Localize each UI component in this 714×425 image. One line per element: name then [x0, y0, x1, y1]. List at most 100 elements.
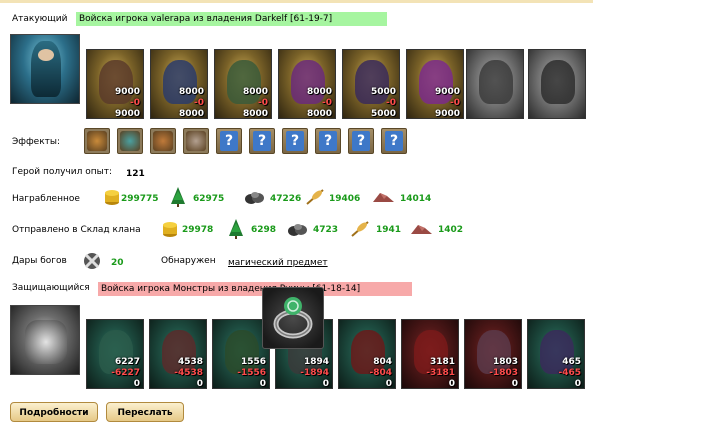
unit-figure — [291, 60, 325, 104]
gold-icon — [163, 222, 177, 237]
unit-loss-count: -0 — [130, 98, 140, 108]
effect-slot-6[interactable]: ? — [249, 128, 275, 154]
attacker-label: Атакующий — [12, 14, 68, 24]
attacker-unit-1[interactable]: 9000 -0 9000 — [86, 49, 144, 119]
wood-icon — [171, 187, 185, 207]
unit-loss-count: -1803 — [489, 368, 518, 378]
attacker-banner[interactable]: Войска игрока valerapa из владения Darke… — [76, 12, 387, 26]
unit-top-count: 3181 — [429, 357, 455, 367]
attacker-unit-5[interactable]: 5000 -0 5000 — [342, 49, 400, 119]
ore-icon — [245, 192, 264, 204]
unit-loss-count: -1556 — [237, 368, 266, 378]
unit-loss-count: -0 — [386, 98, 396, 108]
loot-label: Награбленное — [12, 194, 80, 204]
gift-icon — [84, 253, 100, 269]
unit-bottom-count: 8000 — [178, 109, 204, 119]
effect-slot-4[interactable] — [183, 128, 209, 154]
experience-value: 121 — [126, 169, 145, 179]
unit-top-count: 4538 — [177, 357, 203, 367]
unit-loss-count: -6227 — [111, 368, 140, 378]
clan-gold: 29978 — [182, 225, 214, 235]
loot-grain: 19406 — [329, 194, 361, 204]
gifts-value: 20 — [111, 258, 124, 268]
unit-top-count: 1894 — [303, 357, 329, 367]
attacker-unit-6[interactable]: 9000 -0 9000 — [406, 49, 464, 119]
defender-hero-avatar[interactable] — [10, 305, 80, 375]
clan-storage-label: Отправлено в Склад клана — [12, 225, 141, 235]
effect-slot-2[interactable] — [117, 128, 143, 154]
grain-icon — [306, 189, 324, 205]
magic-ring-item[interactable] — [262, 287, 324, 349]
unit-figure — [163, 60, 197, 104]
attacker-empty-slot-2 — [528, 49, 586, 119]
effect-slot-1[interactable] — [84, 128, 110, 154]
unit-bottom-count: 0 — [385, 379, 392, 389]
magic-item-link[interactable]: магический предмет — [228, 258, 328, 268]
ore-icon — [288, 224, 307, 236]
gold-icon — [105, 190, 119, 205]
unit-loss-count: -0 — [450, 98, 460, 108]
unit-top-count: 1803 — [492, 357, 518, 367]
forward-button[interactable]: Переслать — [106, 402, 184, 422]
defender-emblem — [25, 320, 67, 364]
attacker-unit-3[interactable]: 8000 -0 8000 — [214, 49, 272, 119]
unit-loss-count: -4538 — [174, 368, 203, 378]
unit-loss-count: -0 — [258, 98, 268, 108]
unit-top-count: 465 — [562, 357, 581, 367]
attacker-unit-2[interactable]: 8000 -0 8000 — [150, 49, 208, 119]
unit-bottom-count: 8000 — [306, 109, 332, 119]
clan-wood: 6298 — [251, 225, 277, 235]
effect-slot-7[interactable]: ? — [282, 128, 308, 154]
details-button[interactable]: Подробности — [10, 402, 98, 422]
loot-wood: 62975 — [193, 194, 225, 204]
loot-stone: 14014 — [400, 194, 432, 204]
experience-label: Герой получил опыт: — [12, 167, 112, 177]
defender-banner[interactable]: Войска игрока Монстры из владения Руины … — [98, 282, 412, 296]
defender-label: Защищающийся — [12, 283, 90, 293]
defender-unit-1[interactable]: 6227 -6227 0 — [86, 319, 144, 389]
unit-top-count: 9000 — [434, 87, 460, 97]
attacker-unit-4[interactable]: 8000 -0 8000 — [278, 49, 336, 119]
gifts-label: Дары богов — [12, 256, 67, 266]
question-icon: ? — [352, 131, 370, 151]
unit-bottom-count: 9000 — [434, 109, 460, 119]
question-icon: ? — [385, 131, 403, 151]
unit-top-count: 804 — [373, 357, 392, 367]
loot-ore: 47226 — [270, 194, 302, 204]
unit-top-count: 8000 — [178, 87, 204, 97]
attacker-hero-avatar[interactable] — [10, 34, 80, 104]
effect-slot-9[interactable]: ? — [348, 128, 374, 154]
stone-icon — [373, 193, 394, 202]
question-icon: ? — [220, 131, 238, 151]
clan-ore: 4723 — [313, 225, 339, 235]
unit-bottom-count: 9000 — [114, 109, 140, 119]
ring-icon — [273, 297, 313, 339]
unit-loss-count: -465 — [558, 368, 581, 378]
unit-loss-count: -0 — [322, 98, 332, 108]
unit-figure — [99, 60, 133, 104]
defender-unit-7[interactable]: 1803 -1803 0 — [464, 319, 522, 389]
found-label: Обнаружен — [161, 256, 216, 266]
heal-effect-icon — [153, 131, 173, 151]
stone-icon — [411, 225, 432, 234]
effect-slot-10[interactable]: ? — [381, 128, 407, 154]
effect-slot-8[interactable]: ? — [315, 128, 341, 154]
sword-effect-icon — [120, 131, 140, 151]
unit-figure — [419, 60, 453, 104]
unit-top-count: 8000 — [306, 87, 332, 97]
defender-unit-6[interactable]: 3181 -3181 0 — [401, 319, 459, 389]
unit-bottom-count: 0 — [196, 379, 203, 389]
wood-icon — [229, 219, 243, 239]
defender-unit-2[interactable]: 4538 -4538 0 — [149, 319, 207, 389]
effect-slot-5[interactable]: ? — [216, 128, 242, 154]
unit-bottom-count: 0 — [511, 379, 518, 389]
unit-loss-count: -0 — [194, 98, 204, 108]
defender-unit-5[interactable]: 804 -804 0 — [338, 319, 396, 389]
unit-bottom-count: 0 — [448, 379, 455, 389]
question-icon: ? — [319, 131, 337, 151]
defender-unit-8[interactable]: 465 -465 0 — [527, 319, 585, 389]
beast-effect-icon — [87, 131, 107, 151]
effect-slot-3[interactable] — [150, 128, 176, 154]
clan-stone: 1402 — [438, 225, 464, 235]
hand-effect-icon — [186, 131, 206, 151]
